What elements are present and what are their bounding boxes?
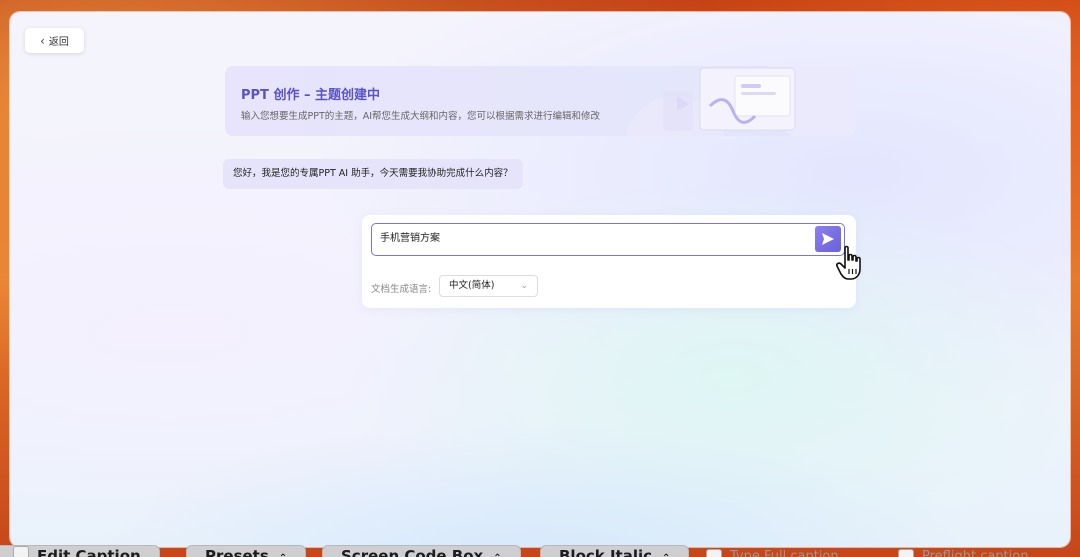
toolbar-presets[interactable]: Presets⌃ [186,545,307,557]
chevron-left-icon: ‹ [40,33,45,48]
checkbox-icon [13,546,29,557]
toolbar-check-preflight[interactable]: Preflight caption [898,549,1028,557]
checkbox-icon [898,549,914,557]
checkbox-icon [706,549,722,557]
banner-illustration-icon [626,66,855,136]
topic-input[interactable]: 手机营销方案 [371,223,845,256]
assistant-greeting: 您好，我是您的专属PPT AI 助手，今天需要我协助完成什么内容？ [223,159,523,189]
toolbar-edit-caption[interactable]: Edit Caption [0,545,160,557]
toolbar-block-italic[interactable]: Block Italic⌃ [540,545,690,557]
chevron-icon: ⌃ [279,553,287,557]
chevron-down-icon: ⌄ [520,281,528,291]
send-icon [822,233,834,245]
page-subtitle: 输入您想要生成PPT的主题，AI帮您生成大纲和内容，您可以根据需求进行编辑和修改 [241,111,601,122]
app-window: ‹ 返回 PPT 创作 – 主题创建中 输入您想要生成PPT的主题，AI帮您生成… [10,12,1070,547]
back-button[interactable]: ‹ 返回 [25,28,84,53]
bottom-toolbar: Edit Caption Presets⌃ Screen Code Box⌃ B… [0,545,1080,557]
topic-input-card: 手机营销方案 文档生成语言: 中文(简体) ⌄ [362,215,856,308]
toolbar-screen-code-box[interactable]: Screen Code Box⌃ [322,545,521,557]
topic-input-value: 手机营销方案 [380,233,440,244]
chevron-icon: ⌃ [662,553,670,557]
toolbar-check-full-caption[interactable]: Type Full caption [706,549,839,557]
page-title: PPT 创作 – 主题创建中 [241,88,381,103]
hand-pointer-icon [836,245,861,280]
language-label: 文档生成语言: [371,284,432,295]
language-select-value: 中文(简体) [449,280,495,291]
language-select[interactable]: 中文(简体) ⌄ [439,275,538,297]
header-banner: PPT 创作 – 主题创建中 输入您想要生成PPT的主题，AI帮您生成大纲和内容… [225,66,855,136]
background-wave [10,397,1070,547]
chevron-icon: ⌃ [493,553,501,557]
back-button-label: 返回 [48,37,69,48]
